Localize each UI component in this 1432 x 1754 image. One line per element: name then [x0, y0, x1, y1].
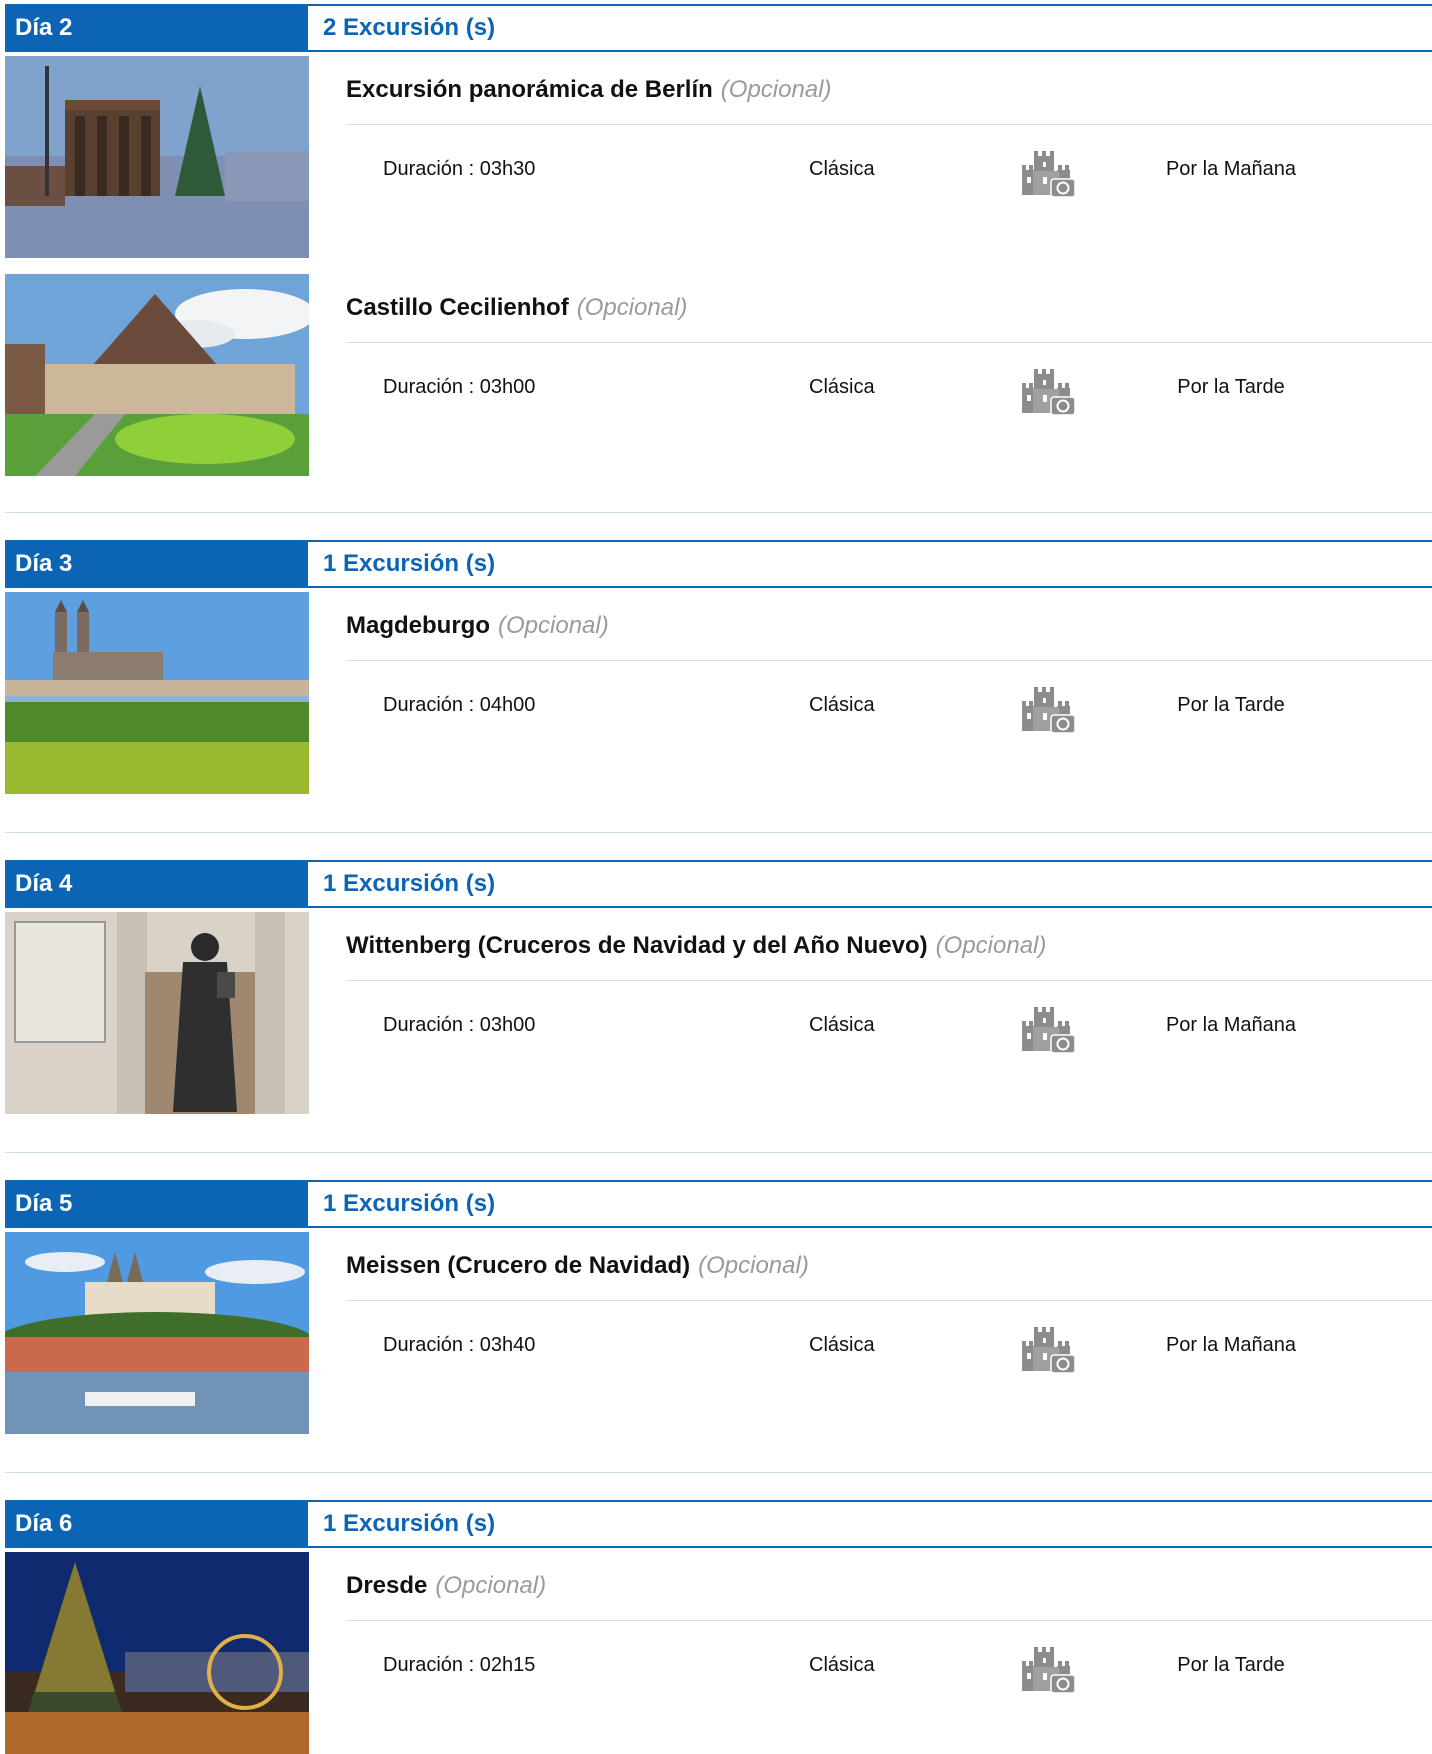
excursion-title: Magdeburgo (Opcional) [346, 612, 609, 640]
excursion-photo-berlin[interactable] [5, 56, 309, 258]
excursion-type: Clásica [809, 694, 875, 716]
day-header: Día 6 1 Excursión (s) [5, 1500, 1432, 1548]
excursion-name[interactable]: Magdeburgo [346, 612, 490, 639]
day-divider [5, 1152, 1432, 1153]
excursion-period: Por la Mañana [1165, 1014, 1297, 1036]
excursion-duration: Duración : 02h15 [383, 1654, 536, 1676]
day-divider [5, 1472, 1432, 1473]
excursion-count: 1 Excursión (s) [308, 540, 1432, 588]
excursion-type: Clásica [809, 1654, 875, 1676]
photo-brandenburg-gate [5, 56, 309, 258]
excursion-item[interactable]: Excursión panorámica de Berlín (Opcional)… [5, 56, 1432, 258]
excursion-name[interactable]: Excursión panorámica de Berlín [346, 76, 713, 103]
excursion-title: Dresde (Opcional) [346, 1572, 546, 1600]
excursion-divider [346, 124, 1432, 125]
excursion-name[interactable]: Wittenberg (Cruceros de Navidad y del Añ… [346, 932, 928, 959]
excursion-name[interactable]: Dresde [346, 1572, 427, 1599]
excursion-photo-magdeburg[interactable] [5, 592, 309, 794]
optional-tag: (Opcional) [935, 932, 1047, 959]
day-label: Día 5 [5, 1180, 308, 1228]
excursion-period: Por la Tarde [1177, 376, 1285, 398]
day-label: Día 4 [5, 860, 308, 908]
excursion-divider [346, 1300, 1432, 1301]
excursion-type: Clásica [809, 1334, 875, 1356]
excursion-item[interactable]: Meissen (Crucero de Navidad) (Opcional) D… [5, 1232, 1432, 1434]
excursion-name[interactable]: Meissen (Crucero de Navidad) [346, 1252, 690, 1279]
excursion-duration: Duración : 03h40 [383, 1334, 536, 1356]
excursion-title: Excursión panorámica de Berlín (Opcional) [346, 76, 832, 104]
castle-camera-icon [1020, 1643, 1078, 1697]
excursion-item[interactable]: Dresde (Opcional) Duración : 02h15 Clásic… [5, 1552, 1432, 1754]
castle-camera-icon [1020, 1323, 1078, 1377]
day-label: Día 6 [5, 1500, 308, 1548]
photo-dresden-christmas-market [5, 1552, 309, 1754]
optional-tag: (Opcional) [576, 294, 688, 321]
day-label: Día 3 [5, 540, 308, 588]
excursion-title: Wittenberg (Cruceros de Navidad y del Añ… [346, 932, 1046, 960]
castle-camera-icon [1020, 365, 1078, 419]
optional-tag: (Opcional) [720, 76, 832, 103]
excursion-count: 1 Excursión (s) [308, 1500, 1432, 1548]
day-header: Día 2 2 Excursión (s) [5, 4, 1432, 52]
excursion-type: Clásica [809, 1014, 875, 1036]
excursion-divider [346, 660, 1432, 661]
castle-camera-icon [1020, 147, 1078, 201]
castle-camera-icon [1020, 1003, 1078, 1057]
photo-meissen-castle [5, 1232, 309, 1434]
excursion-duration: Duración : 03h00 [383, 1014, 536, 1036]
excursion-name[interactable]: Castillo Cecilienhof [346, 294, 569, 321]
excursion-photo-cecilienhof[interactable] [5, 274, 309, 476]
excursion-period: Por la Mañana [1165, 158, 1297, 180]
optional-tag: (Opcional) [698, 1252, 809, 1279]
day-label: Día 2 [5, 4, 308, 52]
excursion-title: Castillo Cecilienhof (Opcional) [346, 294, 687, 322]
day-header: Día 4 1 Excursión (s) [5, 860, 1432, 908]
excursion-photo-meissen[interactable] [5, 1232, 309, 1434]
excursion-title: Meissen (Crucero de Navidad) (Opcional) [346, 1252, 809, 1280]
optional-tag: (Opcional) [498, 612, 609, 639]
excursion-duration: Duración : 03h30 [383, 158, 536, 180]
excursion-divider [346, 1620, 1432, 1621]
photo-luther-statue [5, 912, 309, 1114]
photo-magdeburg-cathedral [5, 592, 309, 794]
day-header: Día 3 1 Excursión (s) [5, 540, 1432, 588]
excursion-type: Clásica [809, 376, 875, 398]
excursion-period: Por la Mañana [1165, 1334, 1297, 1356]
castle-camera-icon [1020, 683, 1078, 737]
excursion-count: 1 Excursión (s) [308, 1180, 1432, 1228]
excursion-duration: Duración : 04h00 [383, 694, 536, 716]
excursion-item[interactable]: Castillo Cecilienhof (Opcional) Duración … [5, 274, 1432, 476]
excursion-period: Por la Tarde [1177, 694, 1285, 716]
day-divider [5, 832, 1432, 833]
photo-cecilienhof-castle [5, 274, 309, 476]
day-header: Día 5 1 Excursión (s) [5, 1180, 1432, 1228]
excursion-item[interactable]: Wittenberg (Cruceros de Navidad y del Añ… [5, 912, 1432, 1114]
optional-tag: (Opcional) [435, 1572, 547, 1599]
excursion-divider [346, 980, 1432, 981]
excursion-count: 2 Excursión (s) [308, 4, 1432, 52]
day-divider [5, 512, 1432, 513]
excursion-duration: Duración : 03h00 [383, 376, 536, 398]
excursion-type: Clásica [809, 158, 875, 180]
excursion-photo-dresden[interactable] [5, 1552, 309, 1754]
excursion-period: Por la Tarde [1177, 1654, 1285, 1676]
excursion-divider [346, 342, 1432, 343]
excursion-count: 1 Excursión (s) [308, 860, 1432, 908]
excursion-item[interactable]: Magdeburgo (Opcional) Duración : 04h00 Cl… [5, 592, 1432, 794]
excursion-photo-wittenberg[interactable] [5, 912, 309, 1114]
